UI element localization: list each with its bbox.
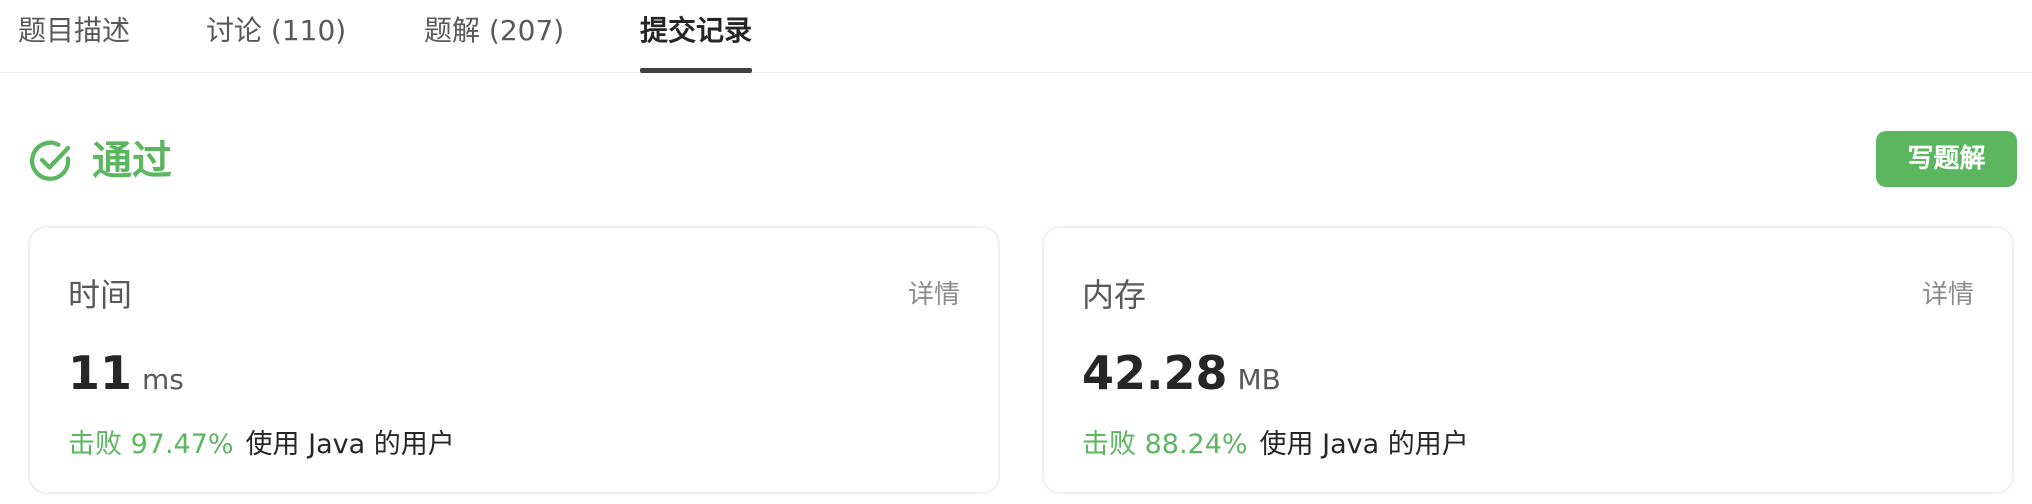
runtime-title: 时间: [68, 276, 133, 314]
memory-beat-suffix: 使用 Java 的用户: [1259, 429, 1469, 460]
check-circle-icon: [28, 138, 74, 184]
memory-beat: 击败 88.24% 使用 Java 的用户: [1082, 422, 1469, 461]
runtime-unit: ms: [142, 363, 184, 396]
tab-discussion[interactable]: 讨论 (110): [206, 10, 346, 62]
memory-unit: MB: [1237, 363, 1281, 396]
status-label: 通过: [92, 138, 172, 184]
memory-beat-percent: 击败 88.24%: [1082, 429, 1248, 460]
tab-solutions[interactable]: 题解 (207): [424, 10, 564, 62]
runtime-beat-suffix: 使用 Java 的用户: [245, 429, 455, 460]
runtime-metric: 11 ms: [68, 346, 184, 400]
memory-metric: 42.28 MB: [1082, 346, 1281, 400]
runtime-beat-percent: 击败 97.47%: [68, 429, 234, 460]
runtime-detail-link[interactable]: 详情: [908, 274, 960, 311]
tab-submissions[interactable]: 提交记录: [640, 10, 753, 73]
runtime-beat: 击败 97.47% 使用 Java 的用户: [68, 422, 455, 461]
tab-bar: 题目描述 讨论 (110) 题解 (207) 提交记录: [0, 0, 2032, 73]
memory-card: 内存 详情 42.28 MB 击败 88.24% 使用 Java 的用户: [1042, 226, 2014, 494]
memory-title: 内存: [1082, 276, 1147, 314]
write-solution-button[interactable]: 写题解: [1876, 131, 2017, 187]
tab-description[interactable]: 题目描述: [18, 10, 130, 62]
memory-detail-link[interactable]: 详情: [1922, 274, 1974, 311]
memory-value: 42.28: [1082, 346, 1228, 400]
runtime-value: 11: [68, 346, 133, 400]
runtime-card: 时间 详情 11 ms 击败 97.47% 使用 Java 的用户: [28, 226, 1000, 494]
